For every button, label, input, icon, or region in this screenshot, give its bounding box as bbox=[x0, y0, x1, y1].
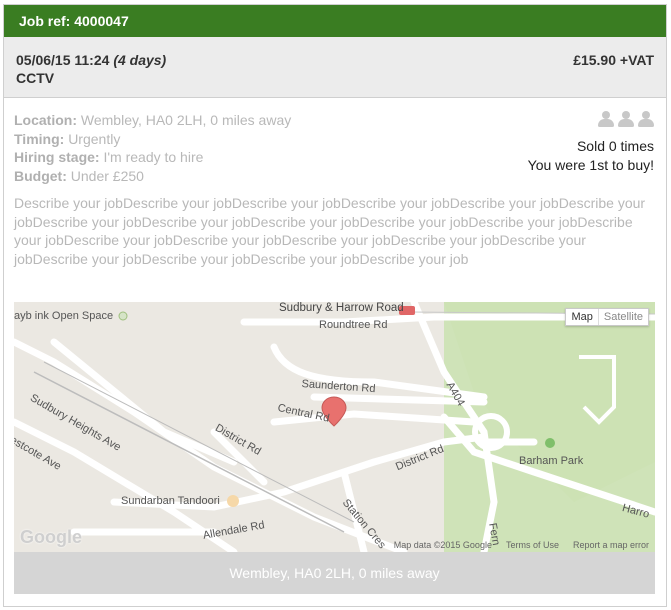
job-ref-bar: Job ref: 4000047 bbox=[4, 5, 666, 37]
sold-count: Sold 0 times bbox=[576, 138, 654, 154]
map-toggle-map[interactable]: Map bbox=[566, 309, 597, 325]
google-logo[interactable]: Google bbox=[20, 527, 82, 548]
detail-budget: Budget: Under £250 bbox=[14, 167, 144, 184]
job-date: 05/06/15 11:24 (4 days) bbox=[16, 52, 166, 68]
job-date-value: 05/06/15 11:24 bbox=[16, 52, 110, 68]
job-category: CCTV bbox=[16, 70, 55, 86]
location-map[interactable]: ayb ink Open Space Sudbury & Harrow Road… bbox=[14, 302, 655, 552]
map-terms-link[interactable]: Terms of Use bbox=[506, 540, 559, 550]
job-details: Location: Wembley, HA0 2LH, 0 miles away… bbox=[14, 111, 291, 185]
map-label-barham-park: Barham Park bbox=[519, 455, 584, 467]
map-toggle-satellite[interactable]: Satellite bbox=[597, 309, 648, 325]
map-label-roundtree: Roundtree Rd bbox=[319, 319, 388, 331]
person-icon bbox=[598, 111, 614, 127]
person-icon bbox=[638, 111, 654, 127]
detail-location: Location: Wembley, HA0 2LH, 0 miles away bbox=[14, 112, 292, 128]
person-icon bbox=[618, 111, 634, 127]
buyer-slots bbox=[528, 111, 654, 129]
detail-timing: Timing: Urgently bbox=[14, 130, 121, 147]
map-label-station: Sudbury & Harrow Road bbox=[279, 302, 404, 314]
map-data-credit: Map data ©2015 Google bbox=[393, 540, 492, 550]
map-report-link[interactable]: Report a map error bbox=[573, 540, 649, 550]
job-duration: (4 days) bbox=[113, 52, 167, 68]
location-bar: Wembley, HA0 2LH, 0 miles away bbox=[14, 552, 655, 594]
map-label-open-space: ayb ink Open Space bbox=[14, 310, 114, 322]
map-type-toggle: Map Satellite bbox=[565, 308, 649, 326]
job-header: 05/06/15 11:24 (4 days) CCTV £15.90 +VAT bbox=[4, 37, 666, 98]
first-buyer-note: You were 1st to buy! bbox=[527, 157, 654, 173]
job-card: Job ref: 4000047 05/06/15 11:24 (4 days)… bbox=[3, 4, 667, 607]
map-label-tandoori: Sundarban Tandoori bbox=[121, 495, 220, 507]
map-footer: Map data ©2015 Google Terms of Use Repor… bbox=[394, 540, 649, 550]
job-ref: Job ref: 4000047 bbox=[19, 13, 129, 29]
buyers-info: Sold 0 times You were 1st to buy! bbox=[528, 111, 654, 175]
map-roads bbox=[14, 302, 655, 552]
job-description: Describe your jobDescribe your jobDescri… bbox=[14, 195, 646, 267]
job-price: £15.90 +VAT bbox=[573, 52, 654, 68]
detail-hiring-stage: Hiring stage: I'm ready to hire bbox=[14, 149, 204, 165]
